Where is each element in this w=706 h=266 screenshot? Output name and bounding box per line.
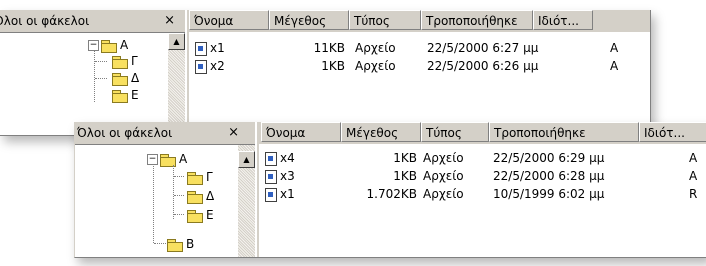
file-type: Αρχείο (423, 151, 464, 165)
column-name[interactable]: Όνομα (261, 122, 341, 142)
tree-node-label: Α (179, 152, 188, 166)
tree-node-b[interactable]: Β (167, 236, 194, 252)
scroll-up-icon[interactable]: ▲ (168, 33, 185, 50)
tree-node-e[interactable]: Ε (112, 87, 139, 103)
file-modified: 22/5/2000 6:28 μμ (493, 169, 605, 183)
column-header-row: Όνομα Μέγεθος Τύπος Τροποποιήθηκε Ιδιότ.… (259, 122, 706, 144)
explorer-window-back: Όλοι οι φάκελοι × − Α Γ Δ Ε ▲ Όνομα Μέγε… (0, 10, 651, 136)
column-size[interactable]: Μέγεθος (269, 10, 349, 30)
file-name: x1 (210, 41, 225, 55)
folder-icon (101, 39, 117, 53)
folders-panel: Όλοι οι φάκελοι × − Α Γ Δ Ε Β ▲ (75, 122, 255, 257)
tree-node-label: Β (186, 237, 195, 251)
tree-node-a[interactable]: − Α (147, 151, 187, 167)
file-modified: 22/5/2000 6:29 μμ (493, 151, 605, 165)
folder-icon (160, 153, 176, 167)
file-name: x3 (280, 169, 295, 183)
file-size: 11KB (313, 41, 345, 55)
tree-scrollbar[interactable]: ▲ (238, 145, 255, 257)
file-size: 1KB (393, 169, 417, 183)
file-type: Αρχείο (355, 41, 396, 55)
file-icon (195, 41, 207, 56)
folders-panel-title: Όλοι οι φάκελοι (77, 126, 173, 140)
tree-node-g[interactable]: Γ (112, 53, 138, 69)
folders-panel: Όλοι οι φάκελοι × − Α Γ Δ Ε ▲ (0, 10, 185, 135)
file-size: 1.702KB (366, 187, 417, 201)
file-modified: 10/5/1999 6:02 μμ (493, 187, 605, 201)
explorer-window-front: Όλοι οι φάκελοι × − Α Γ Δ Ε Β ▲ Όνομα Μέ… (74, 122, 706, 258)
column-name[interactable]: Όνομα (189, 10, 269, 30)
tree-scrollbar[interactable]: ▲ (168, 33, 185, 135)
file-list: Όνομα Μέγεθος Τύπος Τροποποιήθηκε Ιδιότ.… (257, 122, 706, 257)
file-name: x1 (280, 187, 295, 201)
tree-node-d[interactable]: Δ (112, 70, 139, 86)
tree-node-d[interactable]: Δ (187, 188, 214, 204)
file-row[interactable]: x3 1KB Αρχείο 22/5/2000 6:28 μμ A (259, 168, 706, 184)
column-attributes[interactable]: Ιδιότ... (639, 122, 706, 142)
column-modified[interactable]: Τροποποιήθηκε (421, 10, 533, 30)
tree-node-label: Δ (131, 71, 140, 85)
file-attr: R (689, 187, 698, 201)
folders-panel-title: Όλοι οι φάκελοι (0, 14, 90, 28)
folder-tree: − Α Γ Δ Ε Β (75, 145, 237, 257)
folder-open-icon (167, 238, 183, 252)
column-type[interactable]: Τύπος (421, 122, 489, 142)
column-size[interactable]: Μέγεθος (341, 122, 421, 142)
scroll-up-icon[interactable]: ▲ (238, 151, 255, 168)
file-name: x4 (280, 151, 295, 165)
folder-icon (187, 171, 203, 185)
file-list: Όνομα Μέγεθος Τύπος Τροποποιήθηκε Ιδιότ.… (187, 10, 650, 135)
tree-node-label: Δ (206, 189, 215, 203)
close-icon[interactable]: × (228, 125, 239, 140)
folder-tree: − Α Γ Δ Ε (0, 33, 167, 135)
folder-open-icon (112, 72, 128, 86)
close-icon[interactable]: × (164, 13, 175, 28)
column-attributes[interactable]: Ιδιότ... (533, 10, 593, 30)
folders-panel-header: Όλοι οι φάκελοι × (0, 10, 185, 33)
file-type: Αρχείο (423, 187, 464, 201)
file-name: x2 (210, 59, 225, 73)
file-type: Αρχείο (423, 169, 464, 183)
file-row[interactable]: x1 1.702KB Αρχείο 10/5/1999 6:02 μμ R (259, 186, 706, 202)
column-header-row: Όνομα Μέγεθος Τύπος Τροποποιήθηκε Ιδιότ.… (189, 10, 650, 32)
folder-icon (187, 209, 203, 223)
file-icon (265, 169, 277, 184)
collapse-icon[interactable]: − (147, 154, 158, 165)
file-icon (195, 59, 207, 74)
file-attr: A (610, 59, 619, 73)
tree-node-label: Α (120, 38, 129, 52)
folder-icon (112, 89, 128, 103)
tree-node-e[interactable]: Ε (187, 207, 214, 223)
file-attr: A (689, 151, 698, 165)
file-size: 1KB (321, 59, 345, 73)
file-row[interactable]: x2 1KB Αρχείο 22/5/2000 6:26 μμ A (189, 58, 650, 74)
file-icon (265, 151, 277, 166)
file-row[interactable]: x4 1KB Αρχείο 22/5/2000 6:29 μμ A (259, 150, 706, 166)
file-modified: 22/5/2000 6:27 μμ (427, 41, 539, 55)
file-icon (265, 187, 277, 202)
folder-icon (187, 190, 203, 204)
column-modified[interactable]: Τροποποιήθηκε (489, 122, 639, 142)
file-size: 1KB (393, 151, 417, 165)
tree-node-g[interactable]: Γ (187, 169, 213, 185)
file-type: Αρχείο (355, 59, 396, 73)
tree-node-label: Ε (206, 208, 214, 222)
collapse-icon[interactable]: − (88, 40, 99, 51)
file-attr: A (610, 41, 619, 55)
tree-node-label: Γ (206, 170, 213, 184)
column-type[interactable]: Τύπος (349, 10, 421, 30)
folders-panel-header: Όλοι οι φάκελοι × (75, 122, 255, 145)
file-row[interactable]: x1 11KB Αρχείο 22/5/2000 6:27 μμ A (189, 40, 650, 56)
tree-node-a[interactable]: − Α (88, 37, 128, 53)
folder-icon (112, 55, 128, 69)
tree-node-label: Ε (131, 88, 139, 102)
file-modified: 22/5/2000 6:26 μμ (427, 59, 539, 73)
tree-node-label: Γ (131, 54, 138, 68)
file-attr: A (689, 169, 698, 183)
